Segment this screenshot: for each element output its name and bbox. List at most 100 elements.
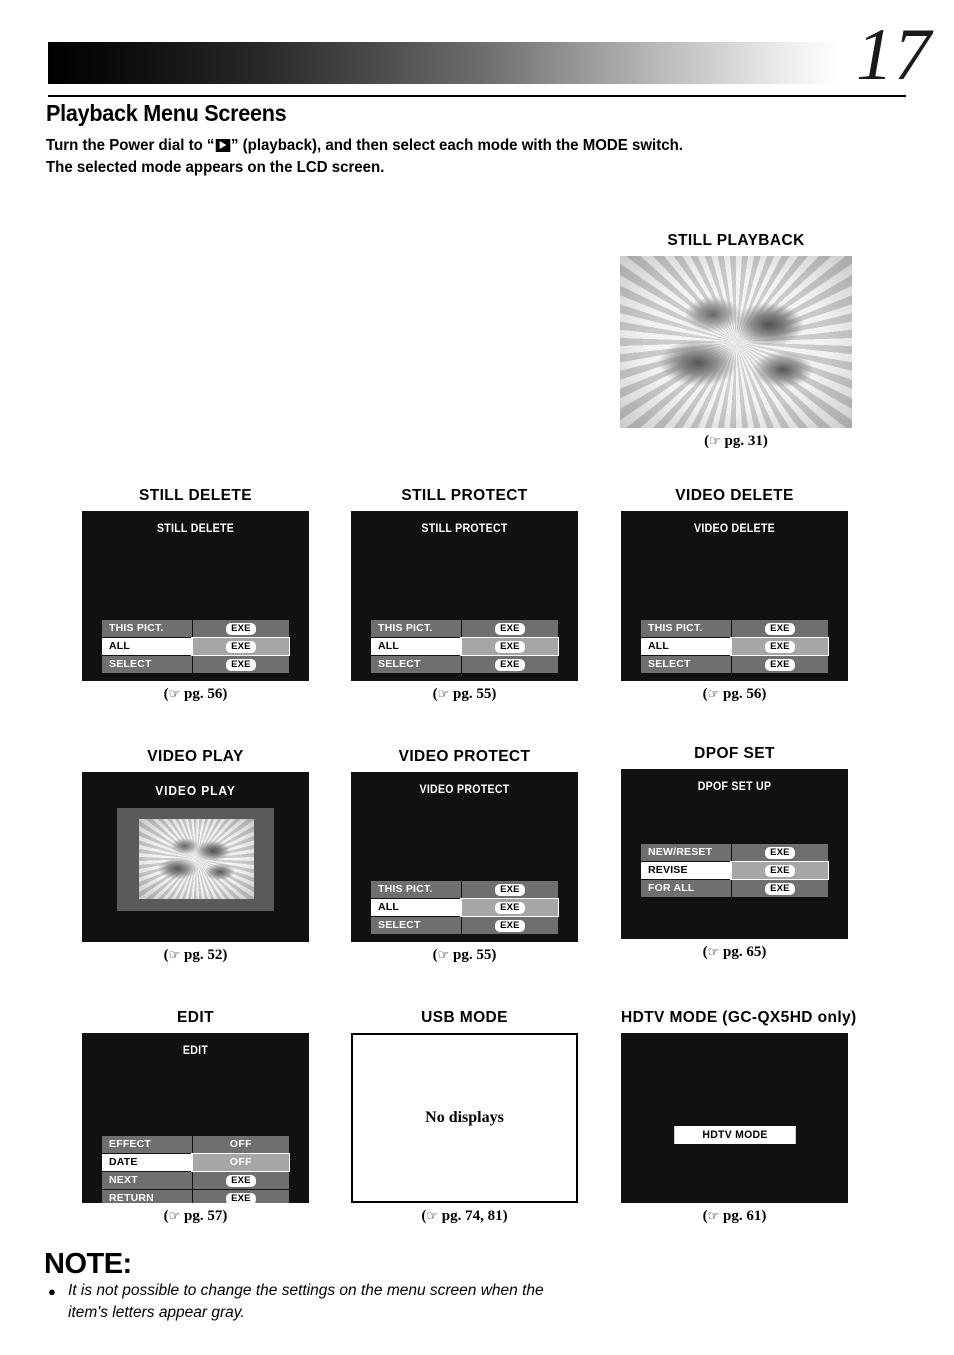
exe-button[interactable]: EXE — [765, 882, 795, 895]
screen-still-playback — [620, 256, 852, 428]
menu-row[interactable]: ALL EXE — [371, 638, 558, 655]
menu-row[interactable]: ALL EXE — [371, 899, 558, 916]
menu-row[interactable]: NEXT EXE — [102, 1172, 289, 1189]
exe-button[interactable]: EXE — [495, 883, 525, 896]
menu-row[interactable]: EFFECT OFF — [102, 1136, 289, 1153]
exe-button[interactable]: EXE — [495, 622, 525, 635]
exe-button[interactable]: EXE — [495, 658, 525, 671]
menu-row[interactable]: REVISE EXE — [641, 862, 828, 879]
menu-row-label: ALL — [371, 899, 461, 916]
screen-title: DPOF SET UP — [697, 781, 772, 793]
menu-row-value[interactable]: EXE — [460, 620, 558, 637]
panel-caption: STILL PLAYBACK — [667, 232, 805, 249]
page-reference-text: pg. 56) — [184, 686, 228, 702]
menu-row-label: ALL — [371, 638, 461, 655]
menu-row-value[interactable]: EXE — [730, 880, 828, 897]
menu-row[interactable]: THIS PICT. EXE — [641, 620, 828, 637]
panel-caption: USB MODE — [421, 1009, 508, 1026]
exe-button[interactable]: EXE — [765, 658, 795, 671]
hdtv-mode-badge: HDTV MODE — [674, 1126, 796, 1144]
exe-button[interactable]: EXE — [765, 846, 795, 859]
exe-button[interactable]: EXE — [226, 1174, 256, 1187]
screen-still-protect: STILL PROTECT THIS PICT. EXE ALL EXE SELECT E… — [351, 511, 578, 681]
exe-button[interactable]: EXE — [226, 640, 256, 653]
intro-text-after: ” (playback), and then select each mode … — [230, 137, 683, 154]
menu-row[interactable]: THIS PICT. EXE — [371, 881, 558, 898]
screen-hdtv-mode: HDTV MODE — [621, 1033, 848, 1203]
exe-button[interactable]: EXE — [495, 919, 525, 932]
screen-title: STILL PROTECT — [421, 523, 508, 535]
menu-row[interactable]: DATE OFF — [102, 1154, 289, 1171]
menu-row-value[interactable]: EXE — [460, 917, 558, 934]
menu-row[interactable]: SELECT EXE — [371, 917, 558, 934]
header-gradient-bar — [48, 42, 838, 84]
menu-row-value[interactable]: EXE — [191, 638, 289, 655]
menu-row-value[interactable]: EXE — [730, 620, 828, 637]
screen-dpof-set: DPOF SET UP NEW/RESET EXE REVISE EXE FOR ALL… — [621, 769, 848, 939]
menu-row-value[interactable]: EXE — [191, 656, 289, 673]
menu-row-value[interactable]: EXE — [460, 881, 558, 898]
menu-list: THIS PICT. EXE ALL EXE SELECT EXE — [371, 881, 558, 935]
panel-still-playback: STILL PLAYBACK (☞ pg. 31) — [620, 232, 852, 450]
menu-row-value[interactable]: EXE — [730, 844, 828, 861]
menu-row-value[interactable]: EXE — [730, 638, 828, 655]
panel-video-play: VIDEO PLAY VIDEO PLAY (☞ pg. 52) — [82, 748, 309, 964]
menu-list: THIS PICT. EXE ALL EXE SELECT EXE — [102, 620, 289, 674]
menu-row-value[interactable]: EXE — [191, 1172, 289, 1189]
menu-row-label: NEW/RESET — [641, 844, 731, 861]
page-header: 17 — [0, 0, 954, 100]
panel-still-delete: STILL DELETE STILL DELETE THIS PICT. EXE A… — [82, 487, 309, 703]
menu-row[interactable]: SELECT EXE — [371, 656, 558, 673]
page-title: Playback Menu Screens — [46, 100, 287, 126]
exe-button[interactable]: EXE — [226, 658, 256, 671]
menu-row[interactable]: NEW/RESET EXE — [641, 844, 828, 861]
menu-row-value[interactable]: OFF — [191, 1154, 289, 1171]
menu-row-value[interactable]: EXE — [460, 638, 558, 655]
menu-row[interactable]: THIS PICT. EXE — [371, 620, 558, 637]
panel-video-protect: VIDEO PROTECT VIDEO PROTECT THIS PICT. EX… — [351, 748, 578, 964]
menu-row-value[interactable]: EXE — [460, 899, 558, 916]
menu-list: THIS PICT. EXE ALL EXE SELECT EXE — [371, 620, 558, 674]
pointing-hand-icon: ☞ — [707, 687, 720, 702]
menu-row[interactable]: RETURN EXE — [102, 1190, 289, 1203]
menu-row[interactable]: FOR ALL EXE — [641, 880, 828, 897]
menu-row[interactable]: SELECT EXE — [641, 656, 828, 673]
exe-button[interactable]: EXE — [226, 1192, 256, 1203]
page-reference-text: pg. 61) — [723, 1208, 767, 1224]
page-reference-text: pg. 65) — [723, 944, 767, 960]
exe-button[interactable]: EXE — [765, 622, 795, 635]
exe-button[interactable]: EXE — [495, 901, 525, 914]
menu-list: EFFECT OFF DATE OFF NEXT EXE RETURN EXE — [102, 1136, 289, 1203]
menu-row-value[interactable]: EXE — [191, 1190, 289, 1203]
menu-row[interactable]: ALL EXE — [102, 638, 289, 655]
screen-title: EDIT — [182, 1045, 209, 1057]
menu-row-value[interactable]: EXE — [730, 862, 828, 879]
intro-line-2: The selected mode appears on the LCD scr… — [46, 159, 385, 176]
menu-row-value[interactable]: EXE — [460, 656, 558, 673]
menu-row-label: REVISE — [641, 862, 731, 879]
panel-usb-mode: USB MODE No displays (☞ pg. 74, 81) — [351, 1009, 578, 1225]
screen-title: VIDEO DELETE — [694, 523, 775, 535]
menu-row-value[interactable]: EXE — [730, 656, 828, 673]
still-photo — [620, 256, 852, 428]
pointing-hand-icon: ☞ — [437, 948, 450, 963]
exe-button[interactable]: EXE — [495, 640, 525, 653]
menu-row[interactable]: ALL EXE — [641, 638, 828, 655]
menu-row-value[interactable]: EXE — [191, 620, 289, 637]
exe-button[interactable]: EXE — [765, 864, 795, 877]
note-bullet-icon: ● — [48, 1284, 56, 1299]
menu-value-text: OFF — [229, 1156, 252, 1168]
screen-still-delete: STILL DELETE THIS PICT. EXE ALL EXE SELECT EX… — [82, 511, 309, 681]
note-text: It is not possible to change the setting… — [68, 1282, 544, 1321]
panel-hdtv-mode: HDTV MODE (GC-QX5HD only) HDTV MODE (☞ p… — [621, 1009, 856, 1225]
page-reference-text: pg. 56) — [723, 686, 767, 702]
menu-row[interactable]: THIS PICT. EXE — [102, 620, 289, 637]
menu-row-value[interactable]: OFF — [191, 1136, 289, 1153]
exe-button[interactable]: EXE — [226, 622, 256, 635]
menu-row-label: ALL — [102, 638, 192, 655]
menu-row-label: FOR ALL — [641, 880, 731, 897]
screen-title: VIDEO PLAY — [155, 783, 236, 798]
menu-row[interactable]: SELECT EXE — [102, 656, 289, 673]
exe-button[interactable]: EXE — [765, 640, 795, 653]
screen-video-play: VIDEO PLAY — [82, 772, 309, 942]
